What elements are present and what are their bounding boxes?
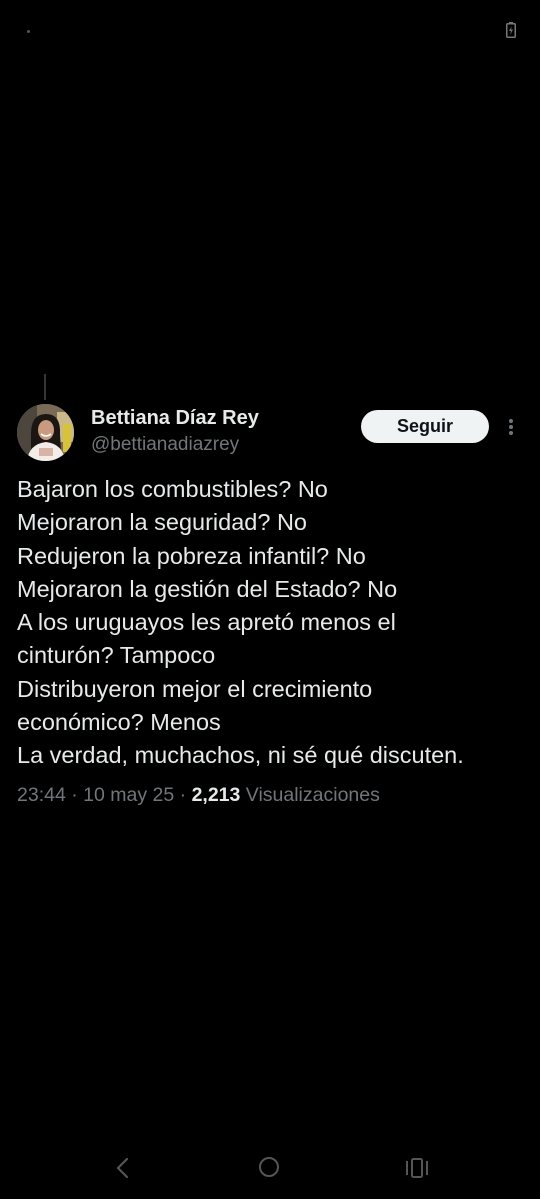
tweet-time[interactable]: 23:44 <box>17 784 66 806</box>
tweet-text-line: Distribuyeron mejor el crecimiento <box>17 675 373 702</box>
avatar[interactable] <box>17 404 74 461</box>
author-handle[interactable]: @bettianadiazrey <box>91 434 239 456</box>
recents-icon[interactable] <box>405 1158 429 1178</box>
tweet-text-line: cinturón? Tampoco <box>17 642 216 669</box>
tweet-text-line: La verdad, muchachos, ni sé qué discuten… <box>17 742 464 769</box>
notification-dot <box>27 30 30 33</box>
meta-separator: · <box>71 784 78 806</box>
tweet-text-line: A los uruguayos les apretó menos el <box>17 609 396 636</box>
tweet-text-line: económico? Menos <box>17 709 221 736</box>
tweet-text-line: Bajaron los combustibles? No <box>17 476 328 502</box>
system-nav-bar <box>0 1139 540 1199</box>
tweet-date[interactable]: 10 may 25 <box>83 784 174 806</box>
tweet-text-line: Mejoraron la gestión del Estado? No <box>17 575 398 602</box>
profile-photo <box>17 404 74 461</box>
views-label[interactable]: Visualizaciones <box>246 784 380 806</box>
tweet-text-line: Redujeron la pobreza infantil? No <box>17 542 366 569</box>
tweet-meta: 23:44 · 10 may 25 · 2,213 Visualizacione… <box>17 784 380 807</box>
tweet-text: Bajaron los combustibles? No Mejoraron l… <box>17 473 532 773</box>
more-vertical-icon[interactable] <box>503 414 519 440</box>
battery-charging-icon <box>506 22 516 38</box>
back-chevron-icon[interactable] <box>114 1157 132 1179</box>
tweet-text-line: Mejoraron la seguridad? No <box>17 509 307 536</box>
meta-separator: · <box>179 784 187 806</box>
thread-connector-line <box>44 374 46 400</box>
home-circle-icon[interactable] <box>259 1157 279 1177</box>
views-count[interactable]: 2,213 <box>192 784 241 806</box>
status-bar <box>0 0 540 60</box>
follow-button[interactable]: Seguir <box>361 410 489 443</box>
author-display-name[interactable]: Bettiana Díaz Rey <box>91 407 259 430</box>
